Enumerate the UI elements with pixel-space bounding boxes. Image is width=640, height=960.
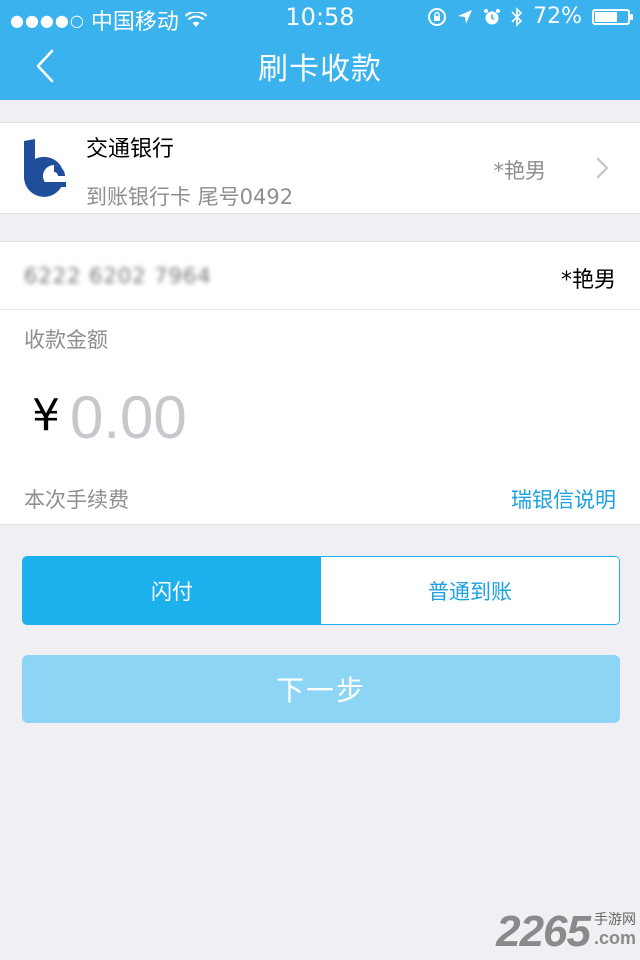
chevron-right-icon <box>596 157 609 179</box>
currency-symbol: ¥ <box>32 390 60 441</box>
rotation-lock-icon <box>428 7 447 26</box>
next-step-button[interactable]: 下一步 <box>22 655 620 723</box>
payment-card: 6222 6202 7964 *艳男 收款金额 ¥ 本次手续费 瑞银信说明 <box>0 241 640 525</box>
header: ●●●●○ 中国移动 10:58 72% 刷卡收款 <box>0 0 640 100</box>
amount-label: 收款金额 <box>24 328 108 352</box>
battery-percent: 72% <box>533 4 582 29</box>
status-bar: ●●●●○ 中国移动 10:58 72% <box>0 0 640 35</box>
watermark-site: 手游网 <box>593 911 636 928</box>
nav-bar: 刷卡收款 <box>0 34 640 100</box>
battery-fill <box>595 11 618 22</box>
alarm-icon <box>484 8 501 24</box>
amount-input[interactable] <box>70 382 590 452</box>
segment-quickpass[interactable]: 闪付 <box>23 557 321 624</box>
location-icon <box>458 9 473 24</box>
card-info-row: 6222 6202 7964 *艳男 <box>0 242 640 310</box>
bank-account-description: 到账银行卡 尾号0492 <box>86 185 294 209</box>
card-number-blurred: 6222 6202 7964 <box>24 264 212 288</box>
bank-account-row[interactable]: 交通银行 到账银行卡 尾号0492 *艳男 <box>0 122 640 214</box>
watermark-domain: .com <box>593 928 636 949</box>
fee-explanation-link[interactable]: 瑞银信说明 <box>511 484 616 514</box>
watermark-side: 手游网 .com <box>594 912 636 950</box>
settlement-type-segment: 闪付 普通到账 <box>22 556 620 625</box>
bank-name: 交通银行 <box>86 137 175 162</box>
segment-normal-settlement[interactable]: 普通到账 <box>321 557 619 624</box>
watermark: 2265 手游网 .com <box>496 910 636 954</box>
page-title: 刷卡收款 <box>258 52 382 87</box>
bocom-logo-icon <box>24 139 66 197</box>
card-holder-name: *艳男 <box>560 268 616 293</box>
bank-account-holder: *艳男 <box>493 159 547 183</box>
bluetooth-icon <box>511 6 523 27</box>
watermark-number: 2265 <box>496 907 591 956</box>
status-right: 72% <box>427 4 633 29</box>
battery-icon <box>592 8 633 25</box>
fee-label: 本次手续费 <box>24 488 129 512</box>
